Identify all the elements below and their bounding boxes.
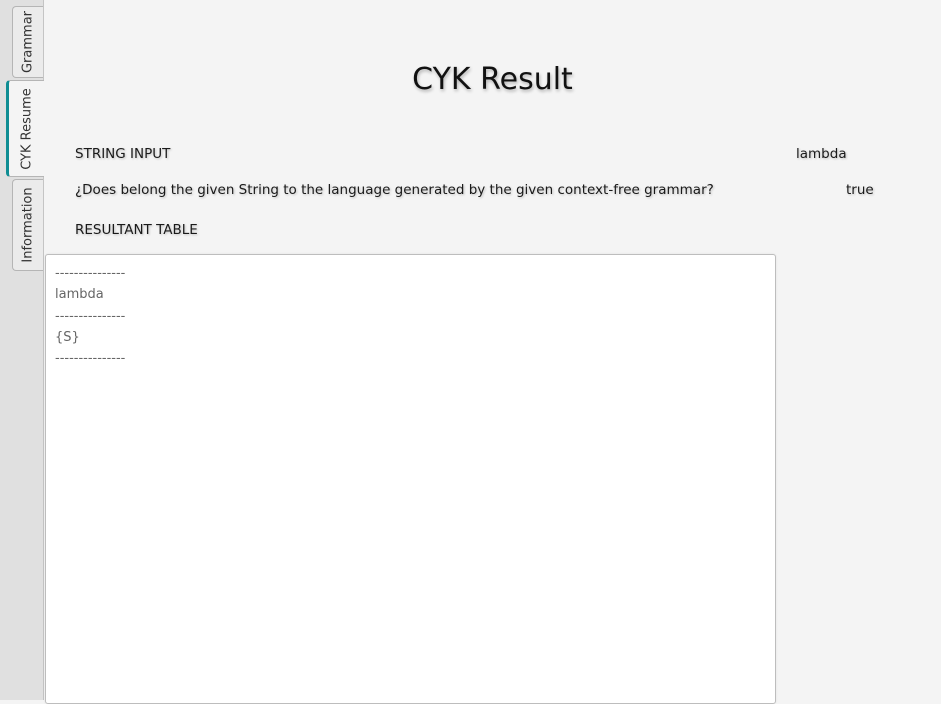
table-line: ---------------: [55, 308, 126, 324]
string-input-label: STRING INPUT: [75, 146, 171, 162]
membership-answer: true: [846, 182, 874, 198]
tab-information[interactable]: Information: [12, 179, 43, 271]
string-input-value: lambda: [796, 146, 847, 162]
table-line: ---------------: [55, 351, 126, 367]
tab-grammar-label: Grammar: [20, 10, 36, 74]
table-line: lambda: [55, 287, 104, 303]
resultant-table-label: RESULTANT TABLE: [75, 222, 198, 238]
tab-grammar[interactable]: Grammar: [12, 6, 43, 78]
table-line: {S}: [55, 329, 80, 345]
vertical-tab-bar: Grammar CYK Resume Information: [0, 0, 44, 700]
resultant-table-textarea[interactable]: --------------- lambda --------------- {…: [45, 254, 776, 704]
tab-cyk-resume[interactable]: CYK Resume: [6, 80, 44, 177]
page-title: CYK Result: [412, 62, 573, 97]
membership-question: ¿Does belong the given String to the lan…: [75, 182, 714, 198]
table-line: ---------------: [55, 266, 126, 281]
tab-cyk-resume-label: CYK Resume: [19, 87, 34, 170]
tab-information-label: Information: [20, 187, 36, 263]
